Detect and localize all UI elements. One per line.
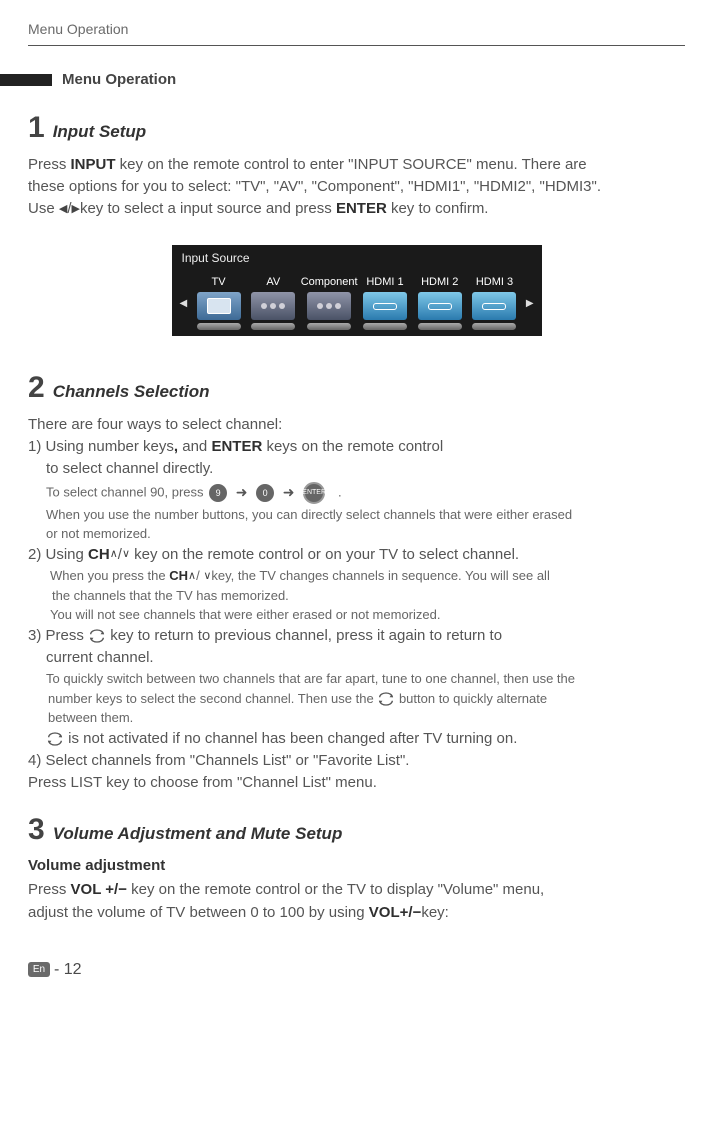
up-chevron-icon: ∧ [188, 569, 196, 584]
input-source-item-component[interactable]: Component [301, 272, 358, 337]
av-icon [251, 292, 295, 320]
indicator-bar [251, 323, 295, 330]
input-source-label: HDMI 3 [467, 275, 522, 290]
left-arrow-icon: ◀ [59, 202, 67, 217]
method-3-note-3: between them. [28, 709, 685, 727]
up-chevron-icon: ∧ [110, 547, 118, 562]
method-1-line-1: 1) Using number keys, and ENTER keys on … [28, 437, 685, 457]
section-3-title: Volume Adjustment and Mute Setup [53, 823, 343, 846]
panel-right-arrow-icon[interactable]: ▶ [522, 297, 538, 311]
section-3-number: 3 [28, 810, 45, 851]
method-2-note-2: the channels that the TV has memorized. [28, 587, 685, 605]
swap-icon [46, 732, 64, 746]
input-source-label: HDMI 1 [358, 275, 413, 290]
method-3-final: is not activated if no channel has been … [28, 729, 685, 749]
input-source-label: TV [191, 275, 246, 290]
section-title: Menu Operation [62, 70, 176, 90]
right-arrow-icon: ▶ [71, 202, 79, 217]
method-4-line-1: 4) Select channels from "Channels List" … [28, 751, 685, 771]
section-2-number: 2 [28, 368, 45, 409]
page-footer: En - 12 [28, 959, 685, 981]
arrow-right-icon: ➜ [283, 484, 295, 500]
input-source-label: AV [246, 275, 301, 290]
method-2-note-3: You will not see channels that were eith… [28, 606, 685, 624]
volume-adjustment-subtitle: Volume adjustment [28, 856, 685, 876]
method-1-note-1: To select channel 90, press 9 ➜ 0 ➜ ENTE… [28, 482, 685, 504]
indicator-bar [307, 323, 351, 330]
input-source-label: Component [301, 275, 358, 290]
input-source-item-av[interactable]: AV [246, 272, 301, 337]
section-1-title: Input Setup [53, 121, 146, 144]
section-2-intro: There are four ways to select channel: [28, 415, 685, 435]
section-1-para-3: Use ◀/▶key to select a input source and … [28, 199, 685, 219]
input-source-title: Input Source [172, 245, 542, 271]
section-1-para-1: Press INPUT key on the remote control to… [28, 155, 685, 175]
method-4-line-2: Press LIST key to choose from "Channel L… [28, 773, 685, 793]
method-1-line-2: to select channel directly. [28, 459, 685, 479]
black-bar-icon [0, 74, 52, 86]
page-header-title: Menu Operation [28, 20, 685, 39]
section-2-heading: 2 Channels Selection [28, 368, 685, 409]
hdmi-icon [363, 292, 407, 320]
arrow-right-icon: ➜ [236, 484, 248, 500]
section-1-number: 1 [28, 108, 45, 149]
page-number: - 12 [54, 959, 82, 981]
input-source-row: ◀ TV AV Component HDMI 1 HDMI 2 [172, 272, 542, 337]
nine-key-icon: 9 [209, 484, 227, 502]
panel-left-arrow-icon[interactable]: ◀ [176, 297, 192, 311]
method-3-line-1: 3) Press key to return to previous chann… [28, 626, 685, 646]
swap-icon [377, 692, 395, 706]
method-1-note-3: or not memorized. [28, 525, 685, 543]
component-icon [307, 292, 351, 320]
indicator-bar [363, 323, 407, 330]
indicator-bar [472, 323, 516, 330]
method-3-note-2: number keys to select the second channel… [28, 690, 685, 708]
section-2-title: Channels Selection [53, 381, 210, 404]
input-source-label: HDMI 2 [412, 275, 467, 290]
hdmi-icon [472, 292, 516, 320]
method-3-line-2: current channel. [28, 648, 685, 668]
language-badge: En [28, 962, 50, 977]
section-3-para-1: Press VOL +/− key on the remote control … [28, 880, 685, 900]
tv-icon [197, 292, 241, 320]
section-1-para-2: these options for you to select: "TV", "… [28, 177, 685, 197]
header-rule [28, 45, 685, 46]
input-source-panel: Input Source ◀ TV AV Component HDMI 1 [172, 245, 542, 336]
input-source-item-hdmi1[interactable]: HDMI 1 [358, 272, 413, 337]
input-source-item-hdmi3[interactable]: HDMI 3 [467, 272, 522, 337]
zero-key-icon: 0 [256, 484, 274, 502]
section-3-para-2: adjust the volume of TV between 0 to 100… [28, 903, 685, 923]
down-chevron-icon: ∨ [122, 547, 130, 562]
input-source-item-tv[interactable]: TV [191, 272, 246, 337]
method-2-line-1: 2) Using CH∧/∨ key on the remote control… [28, 545, 685, 565]
swap-icon [88, 629, 106, 643]
section-1-heading: 1 Input Setup [28, 108, 685, 149]
method-3-note-1: To quickly switch between two channels t… [28, 670, 685, 688]
method-1-note-2: When you use the number buttons, you can… [28, 506, 685, 524]
input-source-item-hdmi2[interactable]: HDMI 2 [412, 272, 467, 337]
section-3-heading: 3 Volume Adjustment and Mute Setup [28, 810, 685, 851]
indicator-bar [197, 323, 241, 330]
indicator-bar [418, 323, 462, 330]
section-title-row: Menu Operation [0, 70, 685, 90]
enter-key-icon: ENTER [303, 482, 325, 504]
hdmi-icon [418, 292, 462, 320]
method-2-note-1: When you press the CH∧/ ∨key, the TV cha… [28, 567, 685, 585]
